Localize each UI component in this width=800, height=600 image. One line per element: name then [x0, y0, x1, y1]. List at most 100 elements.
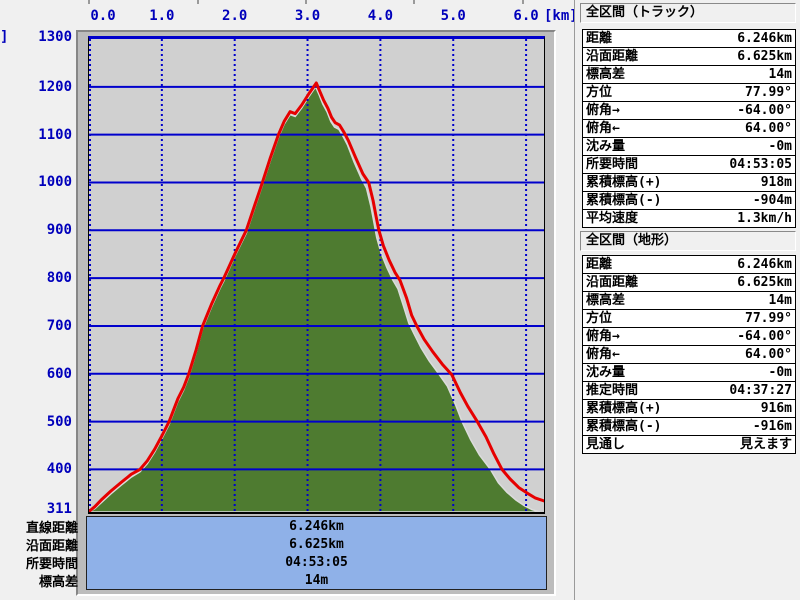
table-row: 推定時間04:37:27 [583, 382, 796, 400]
table-row: 標高差14m [583, 66, 796, 84]
summary-value: 6.246km [87, 518, 546, 536]
table-row: 俯角←64.00° [583, 346, 796, 364]
stats-table: 距離6.246km沿面距離6.625km標高差14m方位77.99°俯角→-64… [582, 255, 796, 454]
stat-value: 6.246km [699, 256, 795, 274]
stat-value: -916m [699, 418, 795, 436]
table-row: 俯角→-64.00° [583, 102, 796, 120]
table-row: 平均速度1.3km/h [583, 210, 796, 228]
summary-value: 14m [87, 572, 546, 590]
table-row: 標高差14m [583, 292, 796, 310]
ruler-tick [197, 0, 199, 4]
table-row: 累積標高(+)918m [583, 174, 796, 192]
x-axis-label: 0.0 [81, 8, 125, 24]
stat-label: 見通し [583, 436, 700, 454]
stat-label: 標高差 [583, 66, 700, 84]
stat-value: 6.625km [699, 274, 795, 292]
ruler-tick [522, 0, 524, 4]
stat-label: 累積標高(-) [583, 418, 700, 436]
stat-value: -0m [699, 138, 795, 156]
stat-value: 6.246km [699, 30, 795, 48]
stat-value: 1.3km/h [699, 210, 795, 228]
stat-label: 距離 [583, 30, 700, 48]
stat-label: 所要時間 [583, 156, 700, 174]
stat-label: 沈み量 [583, 138, 700, 156]
stat-label: 標高差 [583, 292, 700, 310]
stat-value: -64.00° [699, 328, 795, 346]
table-row: 俯角→-64.00° [583, 328, 796, 346]
y-axis-label: 1100 [20, 127, 72, 143]
stat-value: 6.625km [699, 48, 795, 66]
summary-label: 直線距離 [0, 517, 78, 536]
stat-label: 平均速度 [583, 210, 700, 228]
x-axis-label: 6.0 [504, 8, 548, 24]
stat-label: 沿面距離 [583, 274, 700, 292]
x-axis-label: 2.0 [213, 8, 257, 24]
y-axis-label: 400 [20, 461, 72, 477]
stat-value: 04:53:05 [699, 156, 795, 174]
stat-value: 04:37:27 [699, 382, 795, 400]
y-axis-label: 600 [20, 366, 72, 382]
y-unit-clipped-label: ] [0, 29, 8, 45]
stat-value: 64.00° [699, 346, 795, 364]
x-axis-label: 3.0 [286, 8, 330, 24]
ruler-tick [305, 0, 307, 4]
summary-value: 6.625km [87, 536, 546, 554]
stat-label: 方位 [583, 310, 700, 328]
elevation-profile-svg [89, 39, 544, 512]
stat-value: 77.99° [699, 310, 795, 328]
stat-label: 俯角← [583, 346, 700, 364]
y-axis-label: 800 [20, 270, 72, 286]
table-row: 方位77.99° [583, 310, 796, 328]
stat-label: 沈み量 [583, 364, 700, 382]
x-axis-label: 1.0 [140, 8, 184, 24]
stat-value: -904m [699, 192, 795, 210]
table-row: 沈み量-0m [583, 364, 796, 382]
stats-panel: 全区間（トラック）距離6.246km沿面距離6.625km標高差14m方位77.… [578, 0, 800, 600]
table-row: 距離6.246km [583, 256, 796, 274]
stat-value: 918m [699, 174, 795, 192]
summary-info-box: 6.246km6.625km04:53:0514m [86, 516, 547, 590]
y-axis-label: 500 [20, 414, 72, 430]
summary-label: 標高差 [0, 571, 78, 590]
stat-label: 俯角→ [583, 102, 700, 120]
y-axis-label: 1000 [20, 174, 72, 190]
stat-value: 14m [699, 292, 795, 310]
table-row: 俯角←64.00° [583, 120, 796, 138]
stats-table: 距離6.246km沿面距離6.625km標高差14m方位77.99°俯角→-64… [582, 29, 796, 228]
stat-label: 累積標高(+) [583, 174, 700, 192]
section-header: 全区間（地形） [580, 231, 796, 251]
stat-label: 俯角→ [583, 328, 700, 346]
summary-label: 沿面距離 [0, 535, 78, 554]
x-axis-unit-label: [km] [544, 8, 578, 24]
elevation-plot[interactable] [88, 36, 545, 514]
stat-value: -64.00° [699, 102, 795, 120]
stat-label: 累積標高(-) [583, 192, 700, 210]
stat-label: 沿面距離 [583, 48, 700, 66]
stat-value: 77.99° [699, 84, 795, 102]
ruler-tick [413, 0, 415, 4]
table-row: 沈み量-0m [583, 138, 796, 156]
y-axis-label: 1300 [20, 29, 72, 45]
stat-label: 俯角← [583, 120, 700, 138]
stat-value: 見えます [699, 436, 795, 454]
summary-label: 所要時間 [0, 553, 78, 572]
table-row: 方位77.99° [583, 84, 796, 102]
table-row: 沿面距離6.625km [583, 274, 796, 292]
y-axis-min-label: 311 [20, 501, 72, 517]
y-axis-label: 700 [20, 318, 72, 334]
table-row: 累積標高(+)916m [583, 400, 796, 418]
table-row: 累積標高(-)-916m [583, 418, 796, 436]
table-row: 沿面距離6.625km [583, 48, 796, 66]
stat-label: 方位 [583, 84, 700, 102]
summary-value: 04:53:05 [87, 554, 546, 572]
ruler-tick [88, 0, 90, 4]
stat-label: 距離 [583, 256, 700, 274]
y-axis-label: 1200 [20, 79, 72, 95]
table-row: 累積標高(-)-904m [583, 192, 796, 210]
table-row: 所要時間04:53:05 [583, 156, 796, 174]
section-header: 全区間（トラック） [580, 3, 796, 23]
y-axis-label: 900 [20, 222, 72, 238]
x-axis-label: 5.0 [431, 8, 475, 24]
table-row: 見通し見えます [583, 436, 796, 454]
elevation-profile-window: ] 0.01.02.03.04.05.06.0 [km] 13001200110… [0, 0, 800, 600]
